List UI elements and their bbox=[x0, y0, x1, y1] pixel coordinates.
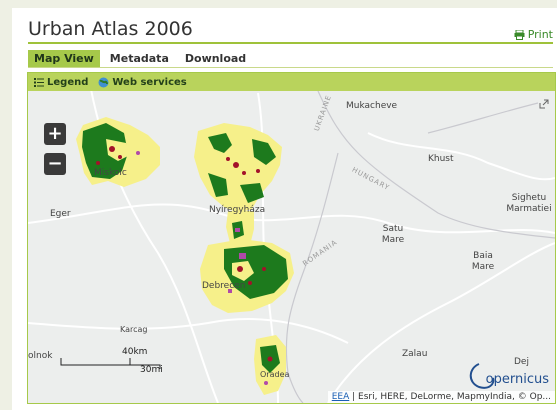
place-label: Zalau bbox=[402, 349, 428, 359]
map-scale: 40km 30mi bbox=[60, 347, 165, 375]
place-label: olnok bbox=[28, 351, 53, 361]
web-services-label: Web services bbox=[112, 76, 187, 88]
place-label: Karcag bbox=[120, 325, 148, 334]
place-label: Sighetu Marmatiei bbox=[506, 193, 552, 214]
page-title: Urban Atlas 2006 bbox=[28, 18, 193, 40]
printer-icon bbox=[514, 29, 525, 40]
zoom-out-button[interactable]: − bbox=[44, 153, 66, 175]
map-toolbar: Legend Web services bbox=[28, 73, 555, 91]
print-link[interactable]: Print bbox=[514, 28, 553, 41]
place-label: Khust bbox=[428, 154, 454, 164]
scale-km: 40km bbox=[122, 347, 148, 357]
place-label: Debrecen bbox=[202, 281, 246, 291]
legend-icon bbox=[34, 78, 44, 87]
map-view[interactable]: Legend Web services + − Mukacheve Khust … bbox=[27, 72, 556, 404]
legend-label: Legend bbox=[47, 76, 89, 88]
tabs-divider bbox=[28, 67, 553, 68]
eea-link[interactable]: EEA bbox=[332, 392, 350, 402]
place-label: Mukacheve bbox=[346, 101, 398, 111]
tab-download[interactable]: Download bbox=[179, 50, 252, 67]
attribution-text: | Esri, HERE, DeLorme, MapmyIndia, © Op.… bbox=[352, 392, 551, 402]
copernicus-swirl-icon bbox=[469, 363, 495, 389]
map-attribution: EEA | Esri, HERE, DeLorme, MapmyIndia, ©… bbox=[327, 391, 555, 403]
title-divider bbox=[28, 42, 553, 44]
content-panel: Urban Atlas 2006 Print Map View Metadata… bbox=[12, 8, 557, 410]
tab-map-view[interactable]: Map View bbox=[28, 50, 100, 67]
place-label: Nyíregyháza bbox=[209, 205, 266, 215]
place-label: Eger bbox=[50, 209, 71, 219]
place-label: Baia Mare bbox=[471, 251, 495, 272]
zoom-in-button[interactable]: + bbox=[44, 123, 66, 145]
view-tabs: Map View Metadata Download bbox=[28, 50, 252, 67]
place-label: Miskolc bbox=[94, 168, 127, 178]
place-label: Oradea bbox=[260, 370, 290, 379]
place-label: Satu Mare bbox=[381, 224, 405, 245]
scale-mi: 30mi bbox=[140, 365, 163, 375]
tab-metadata[interactable]: Metadata bbox=[104, 50, 175, 67]
expand-icon[interactable] bbox=[539, 99, 549, 109]
globe-icon bbox=[98, 77, 109, 87]
legend-button[interactable]: Legend bbox=[34, 77, 88, 88]
print-label: Print bbox=[527, 28, 553, 41]
map-canvas[interactable] bbox=[28, 73, 555, 403]
web-services-button[interactable]: Web services bbox=[98, 76, 187, 88]
